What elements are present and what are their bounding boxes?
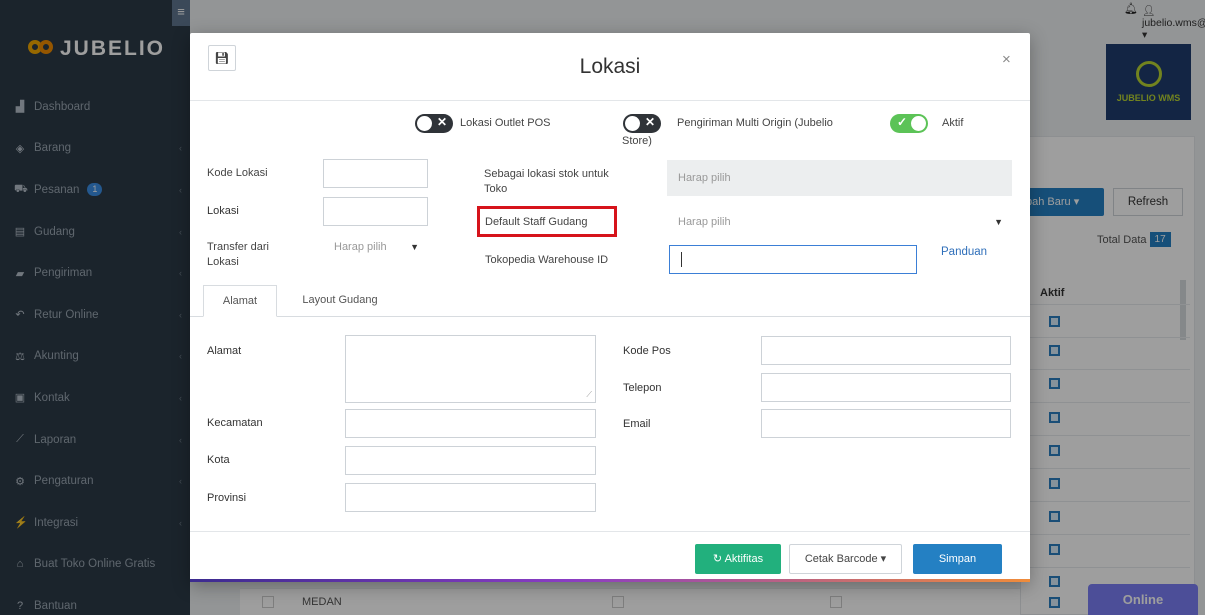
multi-origin-toggle[interactable]: ✕ [623, 114, 661, 133]
modal-footer: ↻ Aktifitas Cetak Barcode ▾ Simpan [190, 531, 1030, 582]
panduan-link[interactable]: Panduan [941, 246, 987, 258]
check-icon: ✓ [897, 115, 908, 129]
history-icon: ↻ [712, 553, 723, 565]
telepon-label: Telepon [623, 382, 662, 394]
tokopedia-warehouse-label: Tokopedia Warehouse ID [485, 254, 609, 266]
tokopedia-warehouse-input[interactable] [669, 245, 917, 274]
lokasi-label: Lokasi [207, 205, 239, 217]
tab-bar: Alamat Layout Gudang [190, 285, 1030, 317]
kota-label: Kota [207, 454, 230, 466]
kode-lokasi-label: Kode Lokasi [207, 167, 268, 179]
kota-input[interactable] [345, 446, 596, 475]
multi-origin-label: Pengiriman Multi Origin (Jubelio [677, 117, 833, 129]
provinsi-input[interactable] [345, 483, 596, 512]
toggle-knob [911, 116, 926, 131]
outlet-pos-label: Lokasi Outlet POS [460, 117, 551, 129]
aktif-toggle[interactable]: ✓ [890, 114, 928, 133]
caret-down-icon: ▼ [994, 217, 1003, 227]
toggle-knob [625, 116, 640, 131]
modal-title: Lokasi [579, 55, 641, 78]
lokasi-input[interactable] [323, 197, 428, 226]
alamat-label: Alamat [207, 345, 242, 357]
kecamatan-input[interactable] [345, 409, 596, 438]
caret-down-icon: ▾ [880, 553, 887, 565]
outlet-pos-toggle[interactable]: ✕ [415, 114, 453, 133]
tab-layout-gudang[interactable]: Layout Gudang [290, 285, 390, 317]
kecamatan-label: Kecamatan [207, 417, 263, 429]
cetak-barcode-label: Cetak Barcode [804, 553, 878, 565]
multi-origin-label-cont: Store) [622, 135, 652, 147]
aktifitas-label: Aktifitas [724, 553, 764, 565]
simpan-button[interactable]: Simpan [913, 544, 1002, 574]
resize-grip-icon: ⟋ [586, 390, 592, 399]
x-icon: ✕ [436, 115, 447, 129]
x-icon: ✕ [644, 115, 655, 129]
stok-toko-label-cont: Toko [484, 183, 508, 195]
tab-alamat[interactable]: Alamat [203, 285, 277, 317]
alamat-textarea[interactable]: ⟋ [345, 335, 596, 403]
email-label: Email [623, 418, 651, 430]
default-staff-gudang-placeholder: Harap pilih [678, 216, 731, 228]
provinsi-label: Provinsi [207, 492, 247, 504]
aktifitas-button[interactable]: ↻ Aktifitas [695, 544, 781, 574]
kode-pos-label: Kode Pos [623, 345, 671, 357]
aktif-label: Aktif [942, 117, 964, 129]
location-modal: 💾︎ Lokasi × ✕ Lokasi Outlet POS ✕ Pengir… [190, 33, 1030, 582]
kode-lokasi-input[interactable] [323, 159, 428, 188]
close-icon[interactable]: × [1002, 51, 1011, 68]
email-input[interactable] [761, 409, 1011, 438]
transfer-dari-label: Transfer dari [207, 241, 269, 253]
cetak-barcode-button[interactable]: Cetak Barcode ▾ [789, 544, 902, 574]
caret-down-icon: ▼ [410, 242, 419, 252]
transfer-dari-select[interactable]: Harap pilih ▼ [323, 233, 428, 262]
stok-toko-select[interactable]: Harap pilih [667, 160, 1012, 196]
footer-accent-bar [190, 579, 1030, 582]
telepon-input[interactable] [761, 373, 1011, 402]
default-staff-gudang-select[interactable]: Harap pilih ▼ [667, 208, 1012, 237]
toggle-knob [417, 116, 432, 131]
highlight-box [477, 206, 617, 237]
transfer-dari-placeholder: Harap pilih [334, 241, 387, 253]
transfer-dari-label-cont: Lokasi [207, 256, 239, 268]
text-cursor [681, 252, 682, 267]
kode-pos-input[interactable] [761, 336, 1011, 365]
modal-header: 💾︎ Lokasi × [190, 33, 1030, 101]
stok-toko-label: Sebagai lokasi stok untuk [484, 168, 609, 180]
